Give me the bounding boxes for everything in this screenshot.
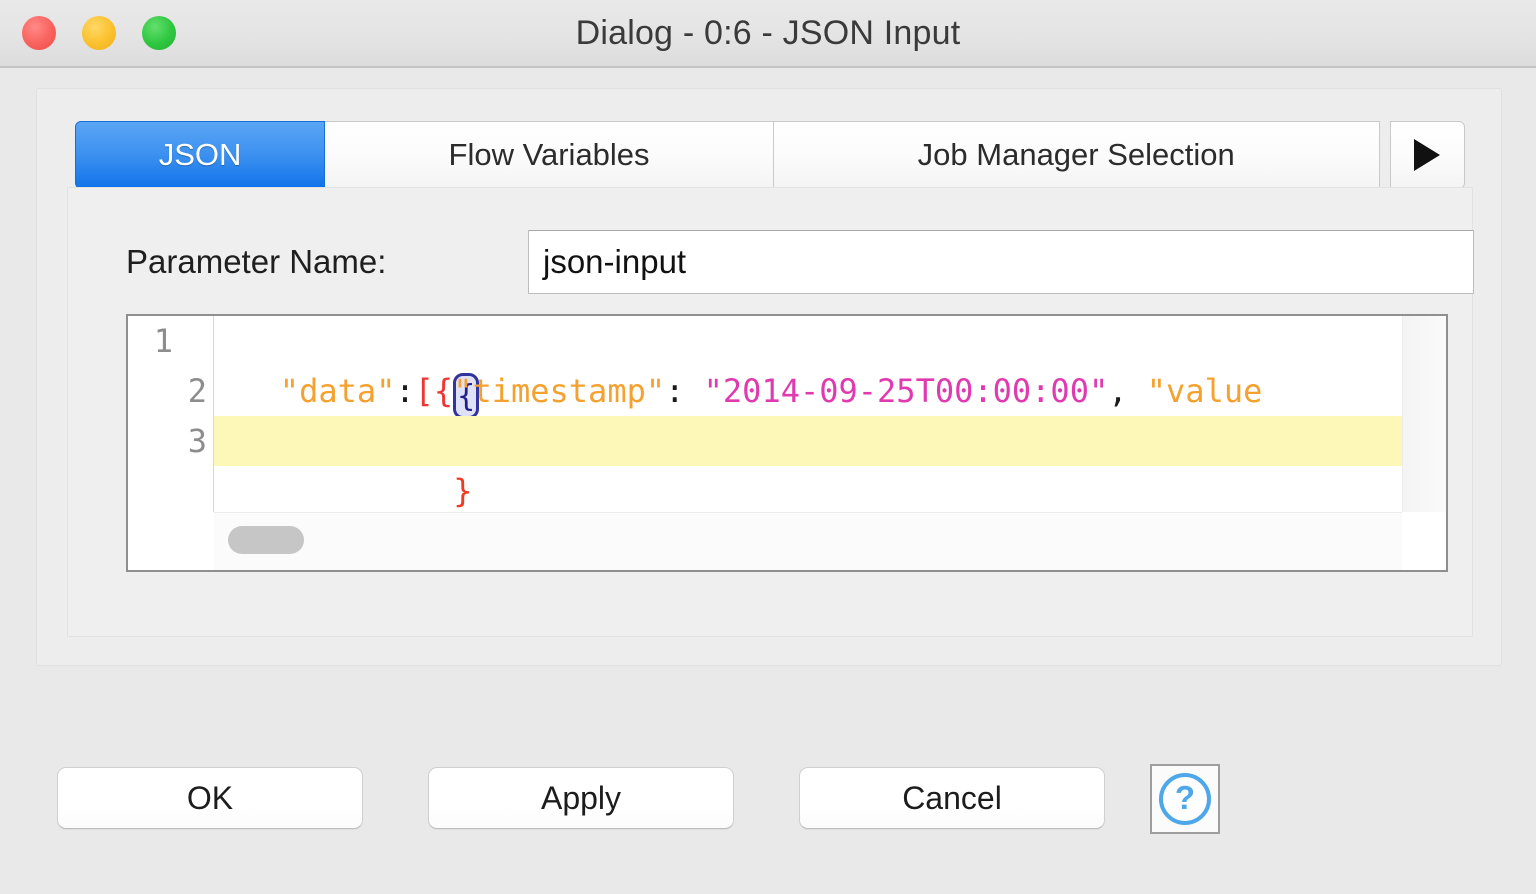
- tab-strip: JSON Flow Variables Job Manager Selectio…: [75, 121, 1465, 189]
- code-token: :: [665, 372, 704, 410]
- gutter-line-3: 3: [128, 416, 213, 466]
- gutter-line-1: 1: [128, 316, 247, 366]
- code-line-3: }: [214, 416, 1446, 510]
- tab-job-manager-selection[interactable]: Job Manager Selection: [773, 121, 1380, 189]
- code-line-1: {: [214, 316, 1446, 419]
- code-token: "2014-09-25T00:00:00": [703, 372, 1109, 410]
- cancel-button-label: Cancel: [902, 779, 1002, 816]
- dialog-content-card: JSON Flow Variables Job Manager Selectio…: [36, 88, 1502, 666]
- editor-body: 1 2 3 { "data":[{"timestamp": "2014-09-2…: [128, 316, 1446, 512]
- editor-horizontal-scrollbar[interactable]: [214, 512, 1446, 570]
- window-title: Dialog - 0:6 - JSON Input: [575, 14, 961, 52]
- help-button[interactable]: ?: [1150, 764, 1220, 834]
- tab-flow-variables[interactable]: Flow Variables: [325, 121, 774, 189]
- line-number-1: 1: [153, 322, 173, 360]
- editor-code-area[interactable]: { "data":[{"timestamp": "2014-09-25T00:0…: [214, 316, 1446, 512]
- editor-gutter: 1 2 3: [128, 316, 247, 512]
- parameter-name-input[interactable]: json-input: [528, 230, 1474, 294]
- cancel-button[interactable]: Cancel: [799, 767, 1105, 829]
- ok-button[interactable]: OK: [57, 767, 363, 829]
- gutter-line-2: 2: [128, 366, 213, 416]
- parameter-name-label: Parameter Name:: [126, 243, 387, 280]
- help-question-icon: ?: [1159, 773, 1211, 825]
- apply-button[interactable]: Apply: [428, 767, 734, 829]
- code-token: ,: [1108, 372, 1147, 410]
- horizontal-scrollbar-thumb[interactable]: [228, 526, 304, 554]
- code-token: "value: [1146, 372, 1263, 410]
- json-code-editor[interactable]: 1 2 3 { "data":[{"timestamp": "2014-09-2…: [126, 314, 1448, 572]
- code-token: [{: [414, 372, 454, 410]
- editor-vertical-scrollbar[interactable]: [1402, 316, 1446, 512]
- tab-job-manager-selection-label: Job Manager Selection: [917, 137, 1235, 172]
- code-token: "data": [279, 372, 396, 410]
- dialog-button-bar: OK Apply Cancel ?: [0, 760, 1536, 840]
- window-titlebar: Dialog - 0:6 - JSON Input: [0, 0, 1536, 68]
- line-number-2: 2: [187, 372, 207, 410]
- code-token: :: [395, 372, 415, 410]
- tab-overflow-button[interactable]: [1389, 121, 1465, 189]
- help-button-label: ?: [1174, 778, 1196, 816]
- scrollbar-corner: [1402, 512, 1446, 570]
- line-number-3: 3: [187, 422, 207, 460]
- code-token: "timestamp": [453, 372, 666, 410]
- arrow-right-icon: [1414, 139, 1441, 171]
- ok-button-label: OK: [186, 779, 234, 816]
- json-settings-panel: Parameter Name: json-input 1 2 3 {"data…: [67, 187, 1474, 637]
- code-token: }: [453, 472, 473, 510]
- parameter-name-row: Parameter Name: json-input: [68, 230, 1474, 294]
- tab-json[interactable]: JSON: [75, 121, 326, 189]
- apply-button-label: Apply: [540, 779, 622, 816]
- tab-json-label: JSON: [158, 137, 242, 172]
- code-line-2: "data":[{"timestamp": "2014-09-25T00:00:…: [214, 366, 1446, 416]
- tab-flow-variables-label: Flow Variables: [448, 137, 650, 172]
